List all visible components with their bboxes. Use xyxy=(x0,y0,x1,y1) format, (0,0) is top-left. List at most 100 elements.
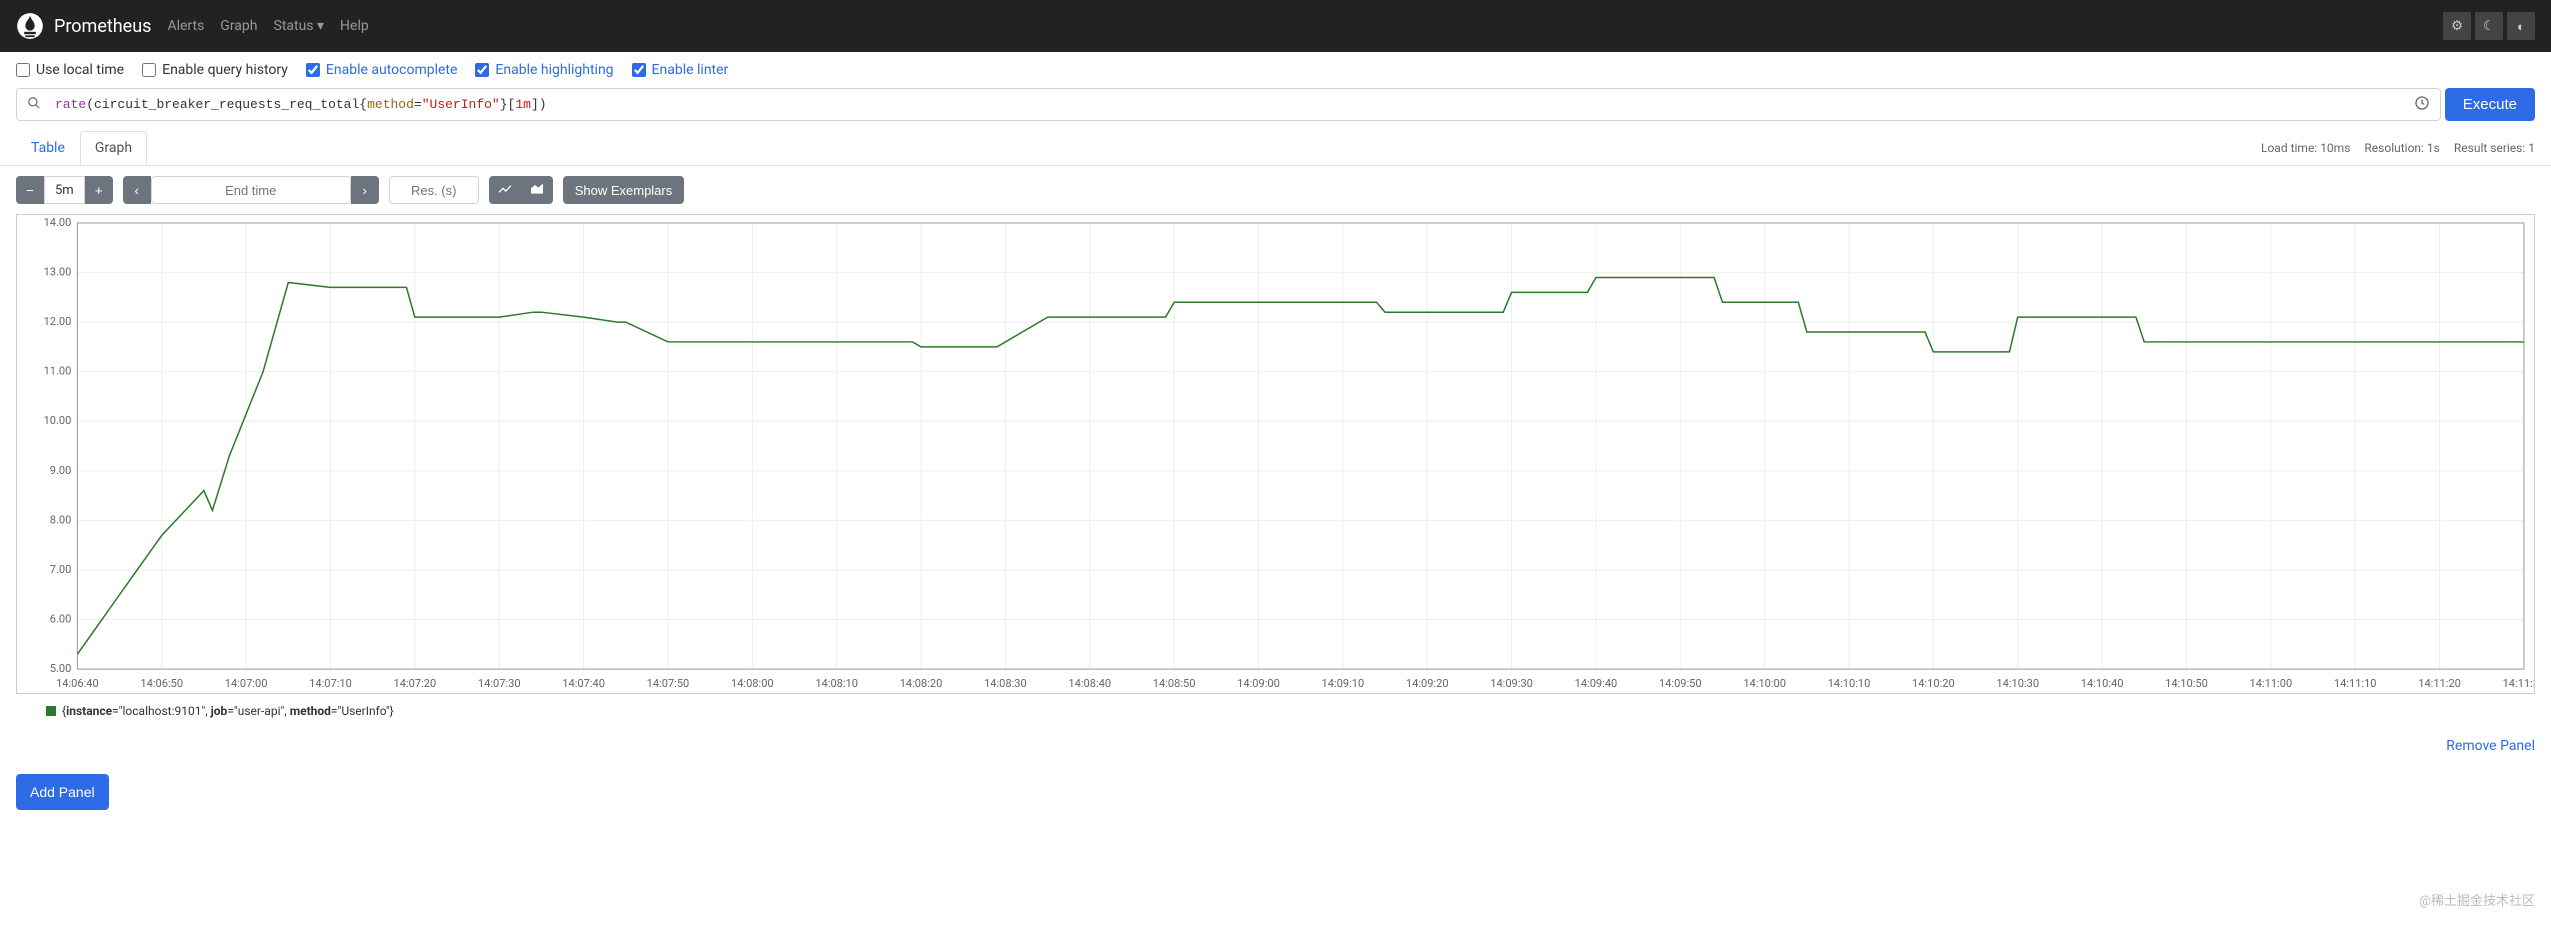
chart-stacked-button[interactable] xyxy=(521,176,553,204)
chevron-down-icon: ▾ xyxy=(317,18,324,34)
svg-text:14:11:10: 14:11:10 xyxy=(2334,677,2377,690)
svg-text:14:08:50: 14:08:50 xyxy=(1153,677,1196,690)
svg-text:14:08:10: 14:08:10 xyxy=(815,677,858,690)
settings-button[interactable]: ⚙ xyxy=(2443,12,2471,40)
panel-footer: Remove Panel xyxy=(0,728,2551,764)
svg-text:14:10:20: 14:10:20 xyxy=(1912,677,1955,690)
checkbox-local-time[interactable] xyxy=(16,63,30,77)
option-local-time[interactable]: Use local time xyxy=(16,62,124,78)
svg-text:14:08:20: 14:08:20 xyxy=(900,677,943,690)
range-increase-button[interactable]: + xyxy=(85,176,113,204)
svg-text:14:09:20: 14:09:20 xyxy=(1406,677,1449,690)
svg-text:14:09:30: 14:09:30 xyxy=(1490,677,1533,690)
remove-panel-link[interactable]: Remove Panel xyxy=(2446,738,2535,754)
chevron-right-icon: › xyxy=(362,183,366,198)
chart-container: 5.00 6.00 7.00 8.00 9.00 10.00 11.00 12.00 13.00… xyxy=(0,214,2551,728)
svg-text:14:09:50: 14:09:50 xyxy=(1659,677,1702,690)
svg-text:14:07:50: 14:07:50 xyxy=(647,677,690,690)
svg-text:11.00: 11.00 xyxy=(44,365,72,378)
checkbox-highlighting[interactable] xyxy=(475,63,489,77)
svg-text:14:07:00: 14:07:00 xyxy=(225,677,268,690)
svg-text:14:09:00: 14:09:00 xyxy=(1237,677,1280,690)
svg-text:14:07:20: 14:07:20 xyxy=(394,677,437,690)
show-exemplars-button[interactable]: Show Exemplars xyxy=(563,176,685,204)
tab-graph[interactable]: Graph xyxy=(80,131,147,165)
contrast-button[interactable]: ◐ xyxy=(2507,12,2535,40)
svg-text:5.00: 5.00 xyxy=(50,662,72,675)
svg-text:10.00: 10.00 xyxy=(44,414,72,427)
moon-icon: ☾ xyxy=(2483,18,2495,34)
svg-text:14:08:00: 14:08:00 xyxy=(731,677,774,690)
svg-text:9.00: 9.00 xyxy=(50,464,72,477)
checkbox-autocomplete[interactable] xyxy=(306,63,320,77)
minus-icon: − xyxy=(26,183,34,198)
nav-status[interactable]: Status ▾ xyxy=(274,18,325,34)
brand[interactable]: Prometheus xyxy=(16,12,151,40)
svg-text:12.00: 12.00 xyxy=(44,315,72,328)
query-history-button[interactable] xyxy=(2404,95,2440,115)
svg-text:14:10:30: 14:10:30 xyxy=(1996,677,2039,690)
svg-text:14:11:00: 14:11:00 xyxy=(2250,677,2293,690)
query-meta: Load time: 10ms Resolution: 1s Result se… xyxy=(2261,141,2535,155)
svg-text:14:09:40: 14:09:40 xyxy=(1575,677,1618,690)
option-highlighting[interactable]: Enable highlighting xyxy=(475,62,613,78)
search-icon xyxy=(17,96,51,114)
add-panel-button[interactable]: Add Panel xyxy=(16,774,109,810)
nav-graph[interactable]: Graph xyxy=(220,18,257,34)
time-prev-button[interactable]: ‹ xyxy=(123,176,151,204)
svg-text:14:10:50: 14:10:50 xyxy=(2165,677,2208,690)
svg-text:14:07:40: 14:07:40 xyxy=(562,677,605,690)
svg-text:6.00: 6.00 xyxy=(50,613,72,626)
svg-text:14:09:10: 14:09:10 xyxy=(1322,677,1365,690)
clock-icon xyxy=(2414,99,2430,115)
navbar: Prometheus Alerts Graph Status ▾ Help ⚙ … xyxy=(0,0,2551,52)
chart-svg: 5.00 6.00 7.00 8.00 9.00 10.00 11.00 12.00 13.00… xyxy=(17,215,2534,693)
svg-text:7.00: 7.00 xyxy=(50,563,72,576)
execute-button[interactable]: Execute xyxy=(2445,88,2535,121)
chart-line-button[interactable] xyxy=(489,176,521,204)
legend-swatch xyxy=(46,706,56,716)
legend[interactable]: {instance="localhost:9101", job="user-ap… xyxy=(16,694,2535,728)
chevron-left-icon: ‹ xyxy=(134,183,138,198)
svg-text:14:06:50: 14:06:50 xyxy=(140,677,183,690)
nav-help[interactable]: Help xyxy=(340,18,369,34)
svg-text:13.00: 13.00 xyxy=(44,266,72,279)
svg-text:14:10:00: 14:10:00 xyxy=(1743,677,1786,690)
svg-text:14:11:20: 14:11:20 xyxy=(2418,677,2461,690)
line-chart-icon xyxy=(497,181,513,200)
nav-alerts[interactable]: Alerts xyxy=(167,18,204,34)
range-value[interactable]: 5m xyxy=(44,176,85,204)
watermark: @稀土掘金技术社区 xyxy=(2419,890,2535,909)
range-decrease-button[interactable]: − xyxy=(16,176,44,204)
graph-controls: − 5m + ‹ › Show Exemplars xyxy=(0,166,2551,214)
tab-table[interactable]: Table xyxy=(16,131,80,165)
area-chart-icon xyxy=(529,181,545,200)
resolution-input[interactable] xyxy=(389,176,479,204)
endtime-input[interactable] xyxy=(151,176,351,204)
tabs-row: Table Graph Load time: 10ms Resolution: … xyxy=(0,121,2551,166)
theme-button[interactable]: ☾ xyxy=(2475,12,2503,40)
chart-area[interactable]: 5.00 6.00 7.00 8.00 9.00 10.00 11.00 12.00 13.00… xyxy=(16,214,2535,694)
option-autocomplete[interactable]: Enable autocomplete xyxy=(306,62,458,78)
query-input[interactable]: rate(circuit_breaker_requests_req_total{… xyxy=(51,89,2404,120)
range-group: − 5m + xyxy=(16,176,113,204)
svg-text:14:11:30: 14:11:30 xyxy=(2503,677,2534,690)
svg-text:14:06:40: 14:06:40 xyxy=(56,677,99,690)
meta-result-series: Result series: 1 xyxy=(2454,141,2535,155)
checkbox-linter[interactable] xyxy=(632,63,646,77)
checkbox-query-history[interactable] xyxy=(142,63,156,77)
endtime-group: ‹ › xyxy=(123,176,379,204)
meta-resolution: Resolution: 1s xyxy=(2364,141,2439,155)
option-linter[interactable]: Enable linter xyxy=(632,62,729,78)
options-bar: Use local time Enable query history Enab… xyxy=(0,52,2551,88)
svg-text:14:08:30: 14:08:30 xyxy=(984,677,1027,690)
svg-text:8.00: 8.00 xyxy=(50,513,72,526)
query-input-wrap[interactable]: rate(circuit_breaker_requests_req_total{… xyxy=(16,88,2441,121)
svg-text:14:10:40: 14:10:40 xyxy=(2081,677,2124,690)
option-query-history[interactable]: Enable query history xyxy=(142,62,288,78)
time-next-button[interactable]: › xyxy=(351,176,379,204)
app-title: Prometheus xyxy=(54,16,151,37)
prometheus-logo-icon xyxy=(16,12,44,40)
gear-icon: ⚙ xyxy=(2451,18,2463,34)
svg-text:14:07:30: 14:07:30 xyxy=(478,677,521,690)
